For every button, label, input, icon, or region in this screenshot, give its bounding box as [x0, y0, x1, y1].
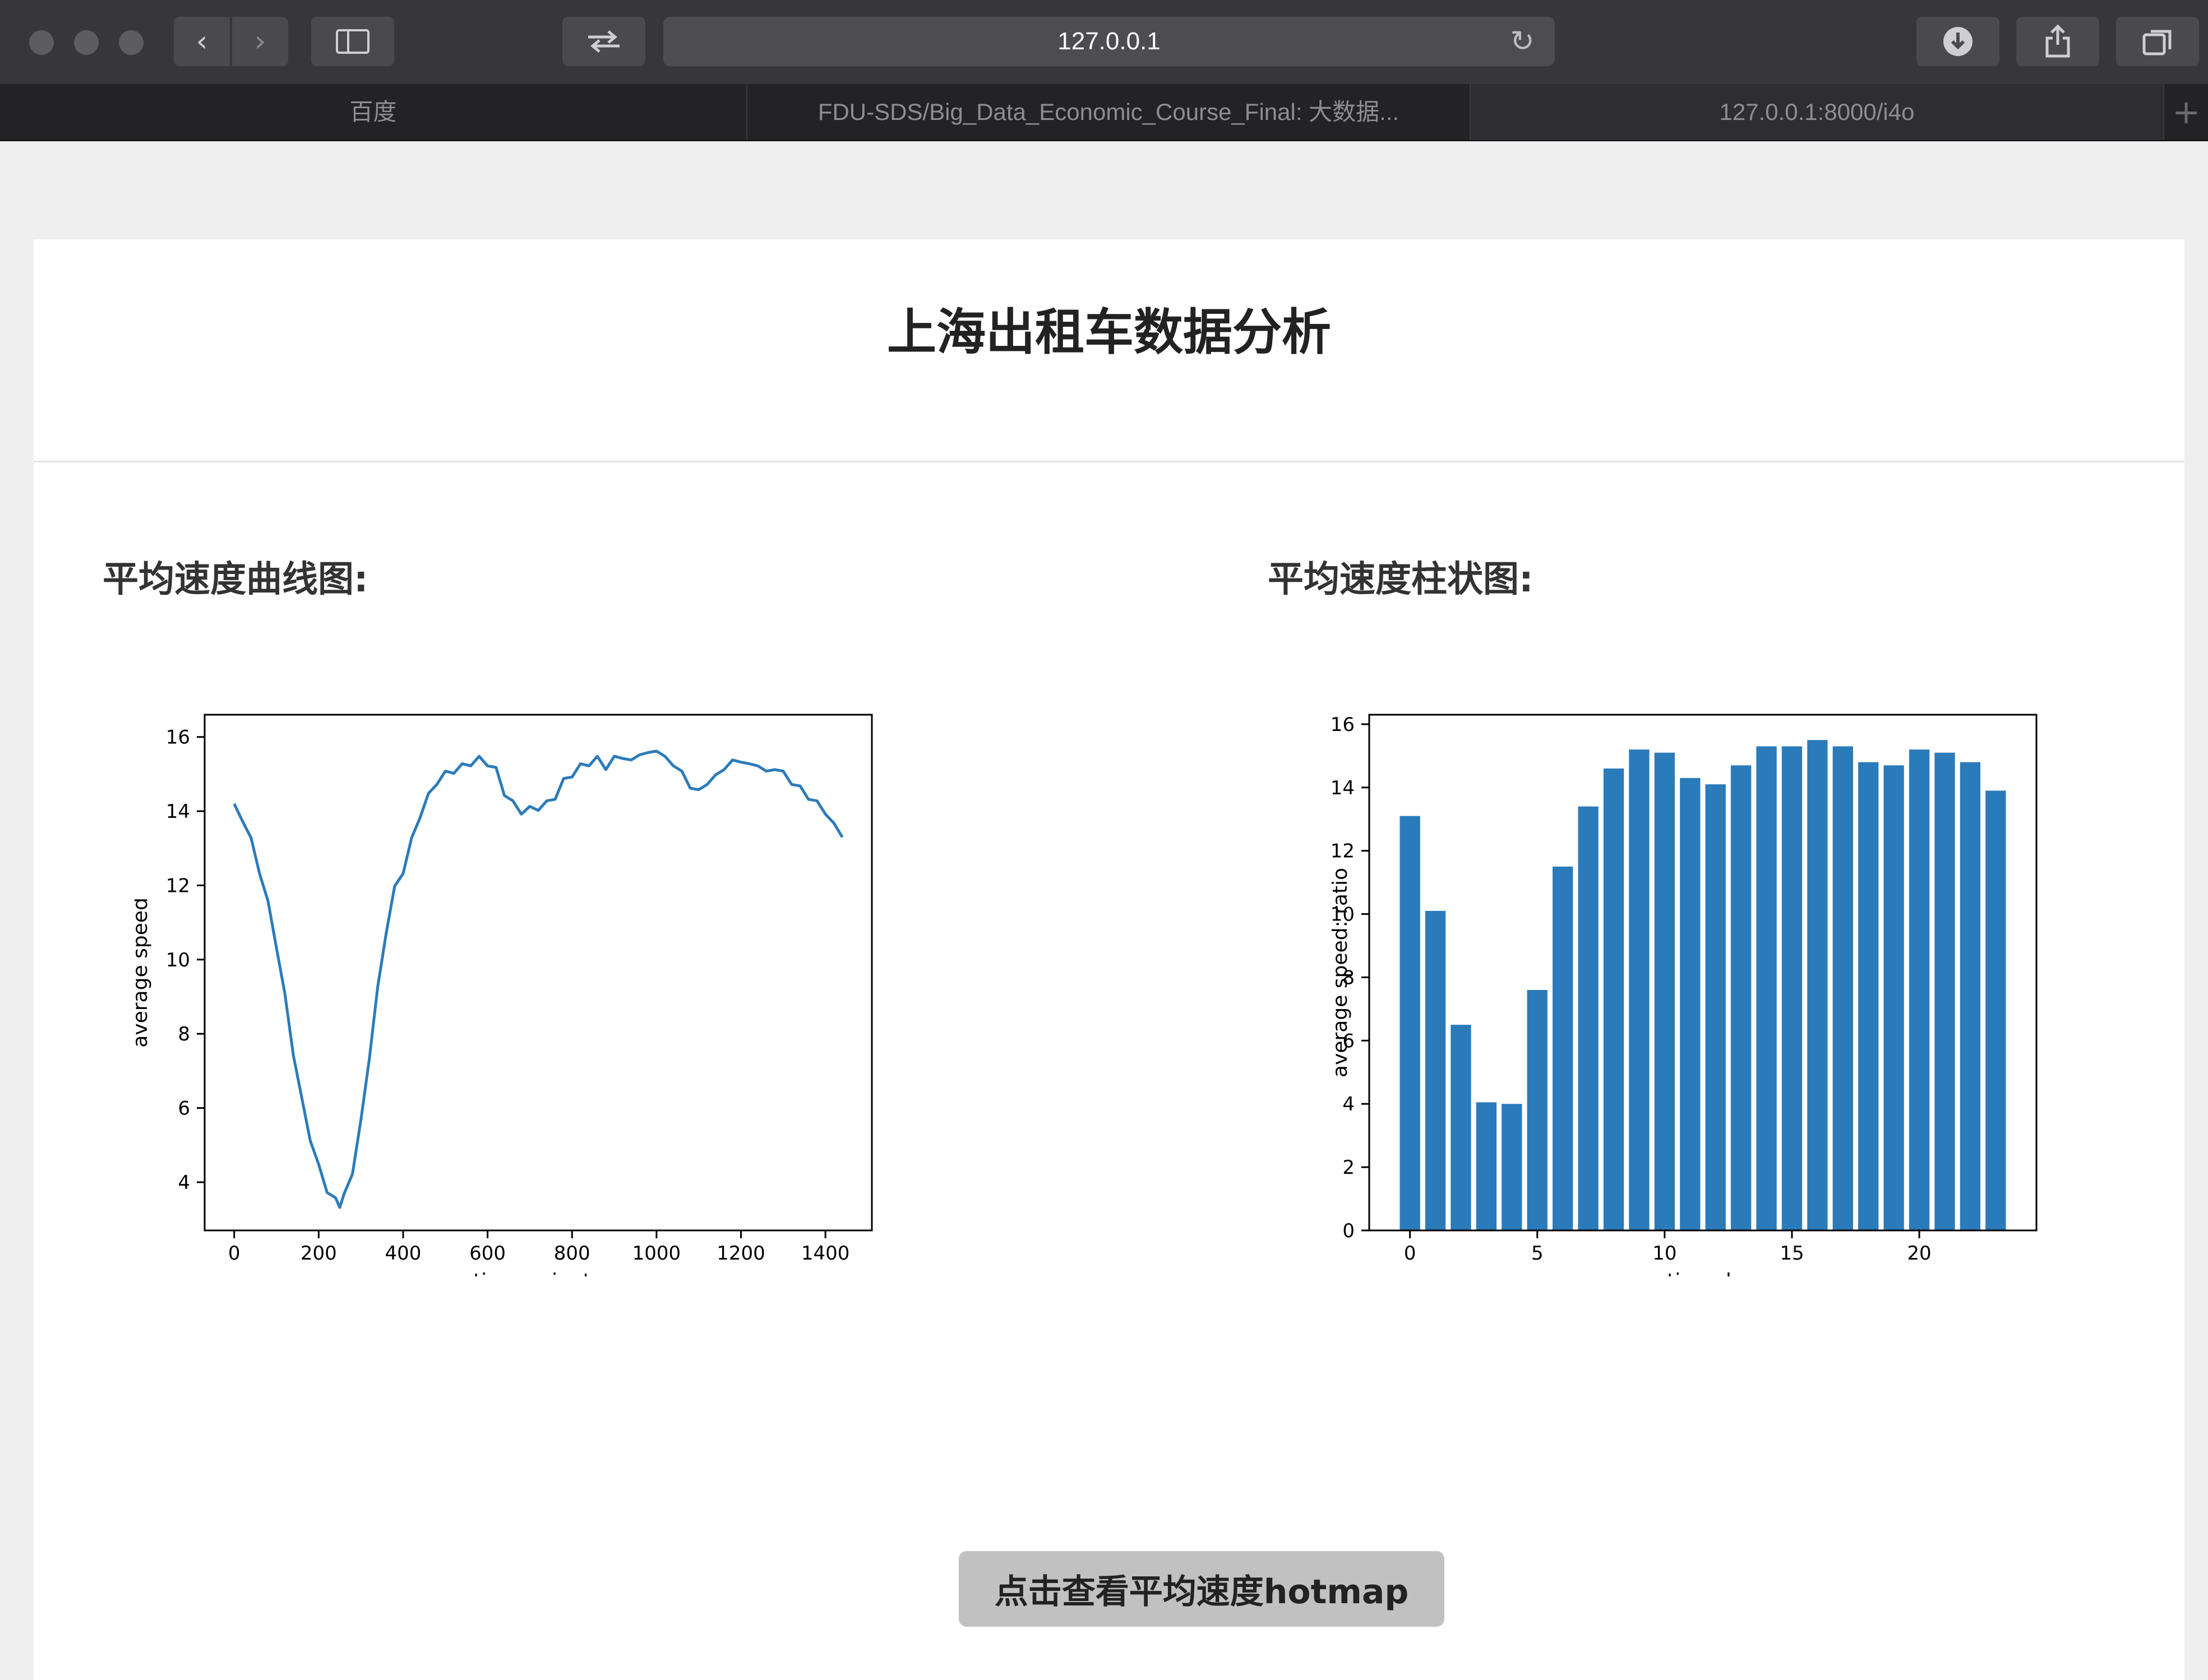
y-tick-label: 4 — [1342, 1093, 1355, 1116]
content-card: 上海出租车数据分析 平均速度曲线图: 平均速度柱状图: 0 200 400 600 80… — [34, 239, 2184, 1680]
bar-hour-6 — [1553, 866, 1573, 1230]
arrows-swap-icon — [588, 30, 620, 53]
y-tick-label: 14 — [166, 800, 190, 823]
y-axis-label: average speed — [135, 897, 152, 1048]
bar-hour-12 — [1705, 784, 1726, 1230]
tabs-overview-icon — [2142, 30, 2172, 55]
x-tick-label: 10 — [1652, 1242, 1676, 1265]
bar-hour-23 — [1985, 790, 2006, 1230]
window-close-button[interactable] — [29, 30, 54, 55]
bar-hour-9 — [1629, 749, 1650, 1230]
tab-overview-button[interactable] — [2116, 17, 2199, 66]
window-minimize-button[interactable] — [74, 30, 99, 55]
tab-baidu[interactable]: 百度 — [0, 84, 747, 140]
y-tick-label: 0 — [1342, 1220, 1355, 1242]
y-tick-label: 12 — [1331, 840, 1355, 863]
chevron-right-icon: › — [254, 25, 266, 58]
x-tick-label: 0 — [228, 1242, 241, 1265]
bar-hour-0 — [1399, 816, 1420, 1230]
download-icon — [1943, 27, 1973, 56]
bar-hour-16 — [1807, 740, 1828, 1230]
x-tick-label: 20 — [1907, 1242, 1931, 1265]
bar-hour-20 — [1909, 749, 1930, 1230]
bar-hour-14 — [1756, 746, 1777, 1230]
bar-hour-4 — [1502, 1104, 1522, 1230]
downloads-button[interactable] — [1916, 17, 1999, 66]
bar-hour-13 — [1730, 765, 1752, 1230]
bar-hour-15 — [1781, 746, 1803, 1230]
x-axis-label: time: minute — [473, 1270, 603, 1276]
speed-line-series — [233, 749, 844, 1209]
address-text: 127.0.0.1 — [1057, 27, 1161, 55]
x-tick-label: 1200 — [717, 1242, 765, 1265]
plot-frame — [204, 714, 873, 1232]
y-tick-label: 12 — [166, 874, 190, 897]
window-zoom-button[interactable] — [119, 30, 144, 55]
y-axis-label: average speed: ratio — [1329, 868, 1352, 1077]
header-divider — [34, 461, 2184, 462]
browser-toolbar: ‹ › 127.0.0.1 ↻ — [0, 0, 2208, 84]
tab-switch-button[interactable] — [562, 17, 645, 66]
bar-hour-11 — [1680, 777, 1701, 1230]
bar-hour-17 — [1832, 746, 1853, 1230]
view-hotmap-button[interactable]: 点击查看平均速度hotmap — [959, 1551, 1444, 1627]
x-tick-label: 15 — [1780, 1242, 1804, 1265]
bar-hour-2 — [1451, 1025, 1471, 1230]
y-tick-label: 14 — [1331, 777, 1355, 799]
bar-chart-section-title: 平均速度柱状图: — [1268, 559, 1533, 600]
bar-hour-8 — [1603, 768, 1624, 1230]
x-tick-label: 600 — [469, 1242, 506, 1265]
y-tick-label: 16 — [1331, 714, 1355, 736]
sidebar-toggle-button[interactable] — [311, 17, 394, 66]
x-tick-label: 0 — [1404, 1242, 1416, 1265]
bar-hour-3 — [1476, 1102, 1497, 1230]
bar-hour-7 — [1578, 806, 1599, 1230]
y-tick-label: 6 — [178, 1098, 190, 1120]
sidebar-icon — [336, 29, 369, 54]
bar-hour-5 — [1527, 990, 1548, 1230]
x-tick-label: 200 — [301, 1242, 337, 1265]
share-button[interactable] — [2016, 17, 2099, 66]
x-tick-label: 5 — [1531, 1242, 1544, 1265]
plus-icon: + — [2172, 92, 2201, 132]
line-chart-section-title: 平均速度曲线图: — [103, 559, 368, 600]
tab-github[interactable]: FDU-SDS/Big_Data_Economic_Course_Final: … — [747, 84, 1471, 140]
share-icon — [2045, 25, 2070, 58]
bar-hour-10 — [1654, 752, 1675, 1230]
y-tick-label: 4 — [178, 1172, 190, 1194]
chevron-left-icon: ‹ — [196, 25, 208, 58]
y-tick-label: 2 — [1342, 1156, 1355, 1179]
bar-hour-18 — [1858, 762, 1879, 1230]
bar-chart: 051015200246810121416time: haverage spee… — [1329, 714, 2038, 1276]
y-tick-label: 8 — [178, 1023, 190, 1045]
line-chart: 0 200 400 600 800 1000 1200 1400 4 6 8 10 12 14 16 time… — [135, 714, 873, 1276]
tab-localhost[interactable]: 127.0.0.1:8000/i4o — [1471, 84, 2164, 140]
forward-button[interactable]: › — [232, 17, 288, 66]
bar-hour-1 — [1425, 910, 1446, 1230]
address-bar[interactable]: 127.0.0.1 ↻ — [663, 17, 1555, 66]
bar-hour-22 — [1960, 762, 1981, 1230]
y-tick-label: 16 — [166, 726, 190, 749]
tab-bar: 百度 FDU-SDS/Big_Data_Economic_Course_Fina… — [0, 84, 2208, 141]
page-title: 上海出租车数据分析 — [886, 303, 1331, 361]
bar-hour-21 — [1934, 752, 1955, 1230]
back-button[interactable]: ‹ — [174, 17, 230, 66]
x-tick-label: 1400 — [801, 1242, 850, 1265]
x-tick-label: 800 — [554, 1242, 590, 1265]
x-axis-label: time: h — [1667, 1270, 1739, 1276]
new-tab-button[interactable]: + — [2164, 84, 2208, 140]
bar-hour-19 — [1883, 765, 1904, 1230]
x-tick-label: 1000 — [632, 1242, 681, 1265]
x-tick-label: 400 — [385, 1242, 422, 1265]
y-tick-label: 10 — [166, 949, 190, 971]
reload-icon[interactable]: ↻ — [1507, 26, 1538, 57]
